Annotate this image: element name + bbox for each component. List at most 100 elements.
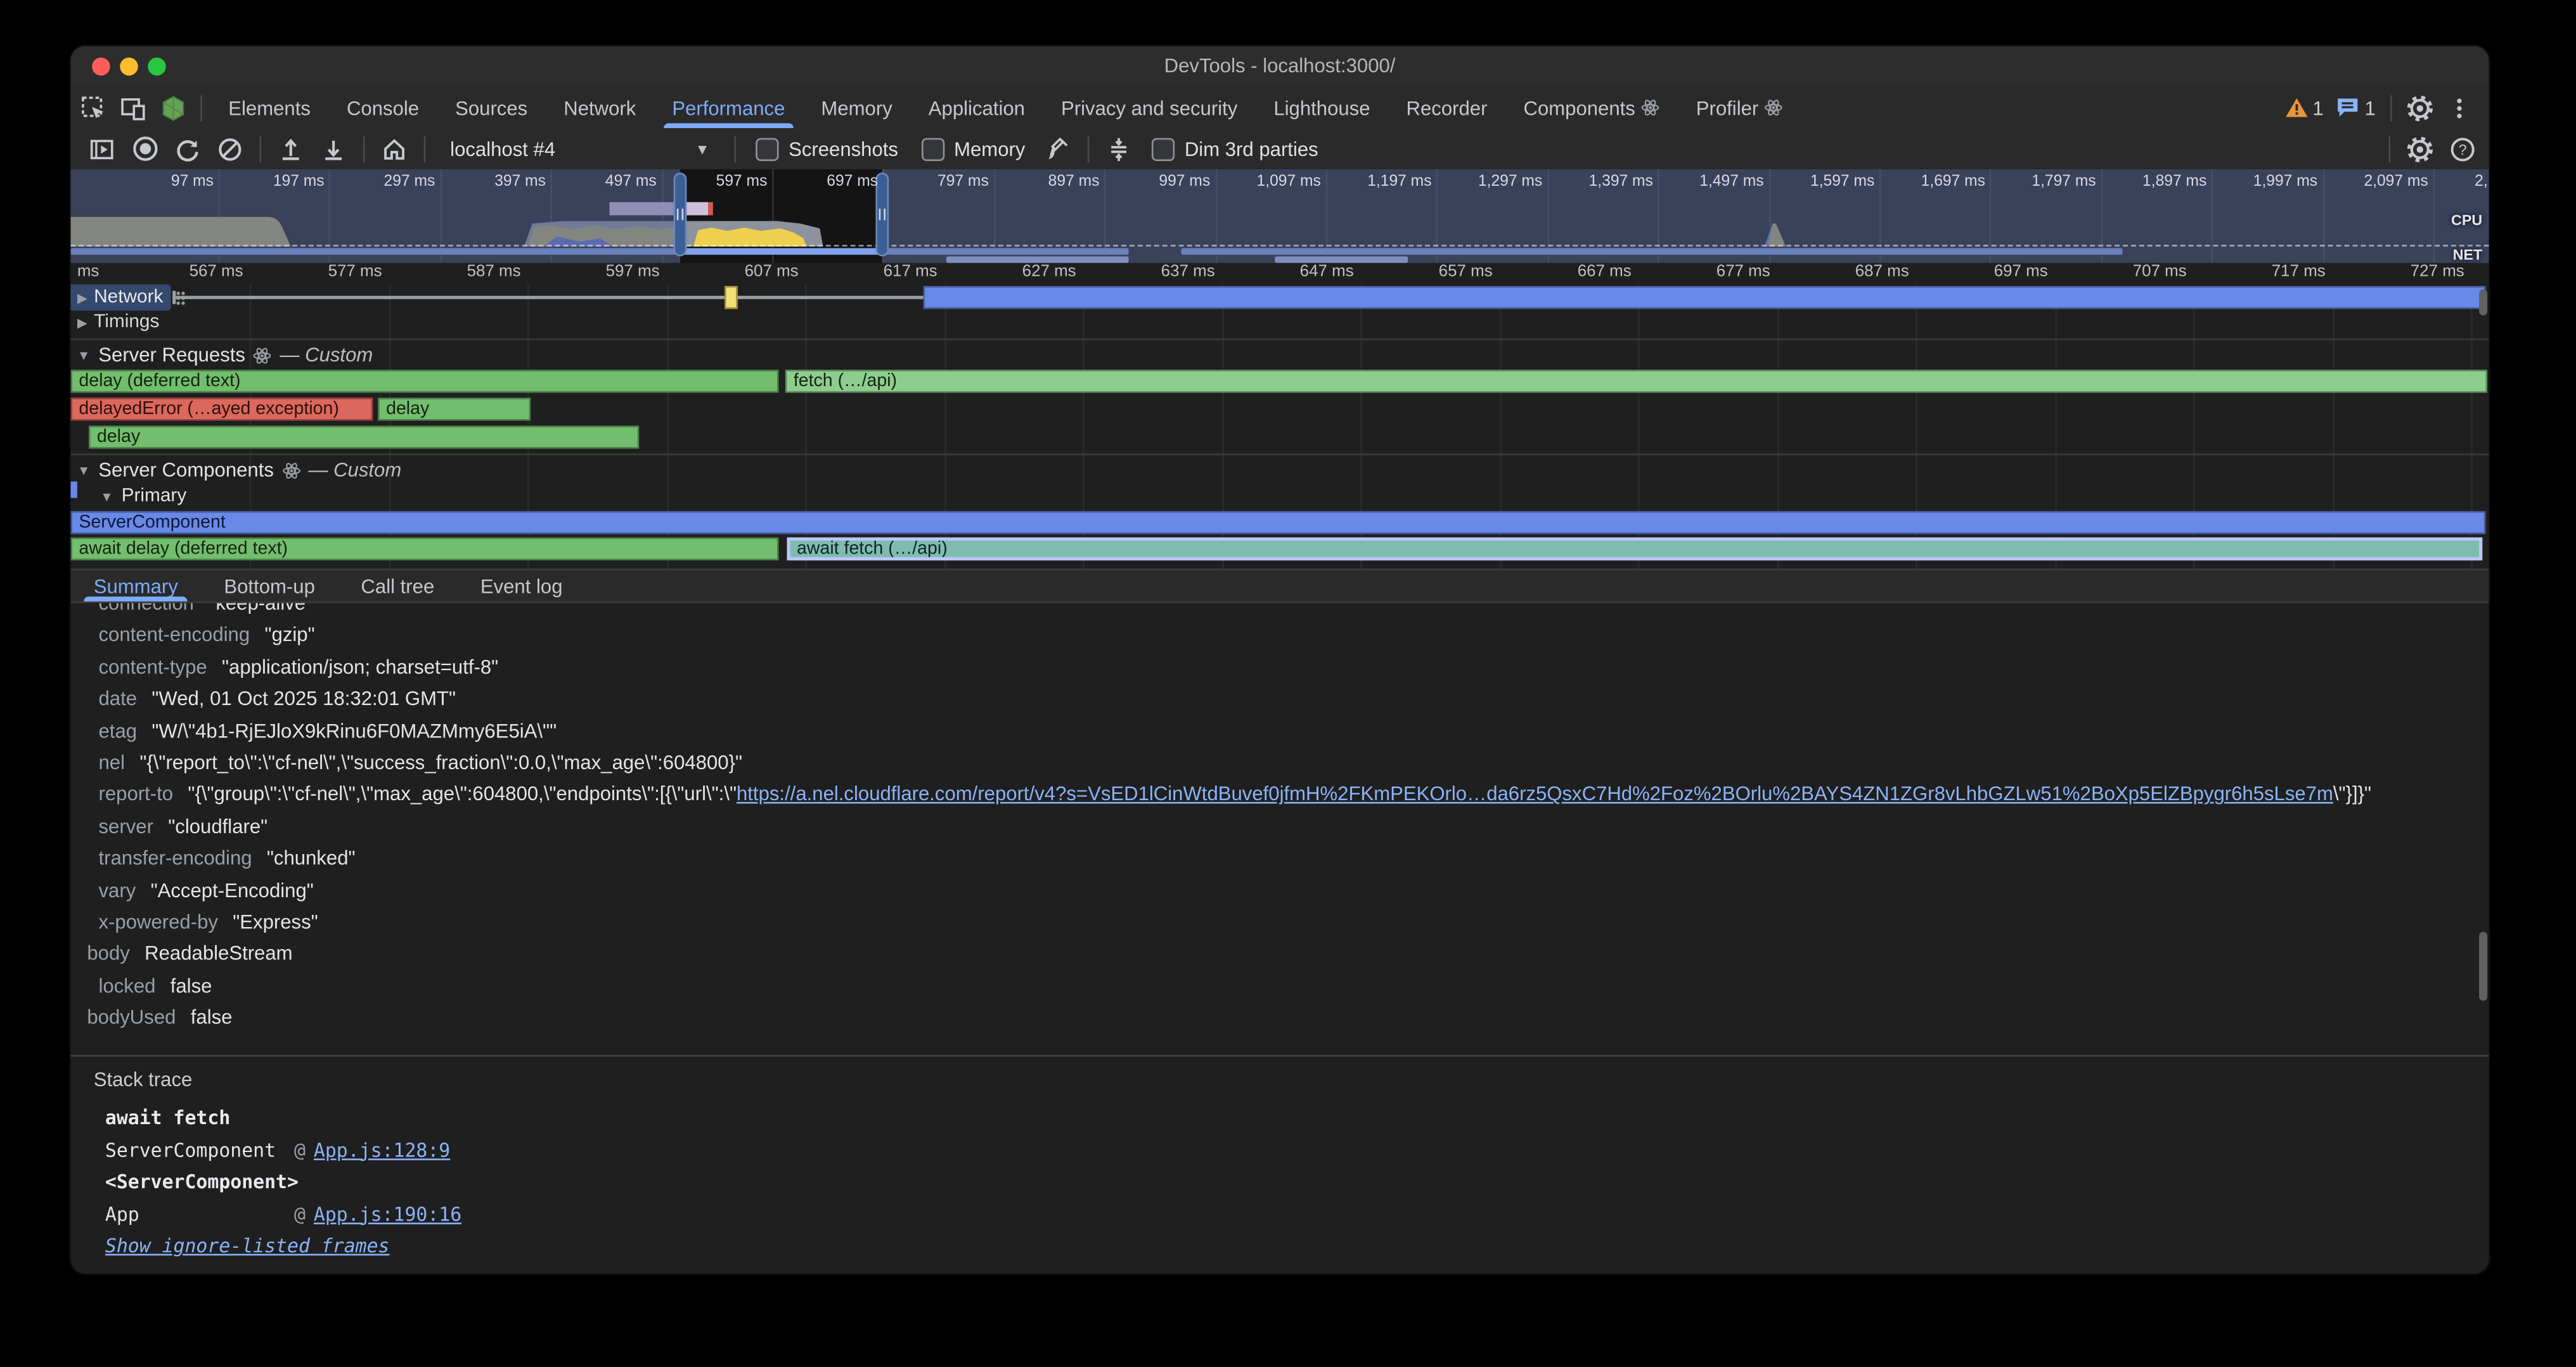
tabbar-right-cluster: 1 1: [2278, 93, 2489, 122]
kebab-menu-icon[interactable]: [2445, 93, 2475, 122]
overview-tick-label: 1,497 ms: [1665, 172, 1764, 192]
track-color-notch: [70, 481, 77, 498]
ruler-tick-label: 587 ms: [396, 263, 521, 282]
overview-tick-label: 1,097 ms: [1222, 172, 1321, 192]
collect-garbage-icon[interactable]: [1041, 133, 1074, 165]
tab-sources[interactable]: Sources: [437, 87, 546, 128]
inspect-element-icon[interactable]: [79, 93, 108, 122]
header-key: vary: [99, 878, 136, 901]
flame-chart-tracks[interactable]: ▶ Network ▶ Timings ▼ Server Requests — …: [70, 284, 2489, 568]
expand-triangle-icon[interactable]: ▶: [77, 290, 87, 304]
net-lane-label: NET: [2453, 247, 2483, 263]
network-track[interactable]: ▶ Network: [70, 284, 2489, 310]
request-whisker: [176, 296, 923, 299]
header-key: date: [99, 687, 138, 710]
tab-profiler[interactable]: Profiler: [1678, 87, 1801, 128]
ruler-tick-label: 707 ms: [2062, 263, 2187, 282]
show-ignore-listed-frames-link[interactable]: Show ignore-listed frames: [105, 1231, 390, 1263]
frame-function-name: ServerComponent: [105, 1135, 294, 1167]
summary-scrollbar-thumb[interactable]: [2479, 932, 2487, 1001]
checkbox[interactable]: [921, 137, 944, 160]
header-key: content-type: [99, 656, 207, 678]
event-bar-delay[interactable]: delay: [378, 398, 531, 420]
reload-record-button[interactable]: [171, 133, 204, 165]
expand-triangle-icon[interactable]: ▶: [77, 314, 87, 329]
ruler-tick-label: 687 ms: [1784, 263, 1909, 282]
tab-network[interactable]: Network: [546, 87, 654, 128]
tab-memory[interactable]: Memory: [803, 87, 910, 128]
overview-tick-label: 197 ms: [226, 172, 325, 192]
overview-tick-label: 97 ms: [115, 172, 214, 192]
toggle-panel-icon[interactable]: [86, 133, 119, 165]
summary-pane[interactable]: connection"keep-alive"content-encoding"g…: [70, 603, 2489, 1053]
request-queued-marker[interactable]: [724, 286, 738, 309]
warnings-badge[interactable]: 1: [2284, 96, 2323, 119]
timings-track[interactable]: ▶ Timings: [70, 311, 2489, 337]
network-request-bar[interactable]: [924, 286, 2486, 309]
tab-summary[interactable]: Summary: [70, 570, 201, 601]
tab-components[interactable]: Components: [1505, 87, 1678, 128]
event-bar-delayederror-ayed-exception[interactable]: delayedError (…ayed exception): [70, 398, 373, 420]
screenshots-checkbox[interactable]: Screenshots: [756, 137, 898, 160]
tab-elements[interactable]: Elements: [210, 87, 329, 128]
checkbox[interactable]: [1152, 137, 1175, 160]
event-bar-await-delay-deferred-text[interactable]: await delay (deferred text): [70, 538, 778, 560]
divider: [2390, 94, 2392, 120]
help-icon[interactable]: ?: [2446, 133, 2479, 165]
server-components-track-header[interactable]: ▼ Server Components — Custom: [77, 458, 401, 481]
checkbox[interactable]: [756, 137, 778, 160]
issues-badge[interactable]: 1: [2336, 96, 2375, 119]
network-track-header[interactable]: ▶ Network: [70, 284, 171, 310]
tab-label: Memory: [821, 96, 892, 119]
track-separator: [70, 453, 2489, 455]
primary-group-header[interactable]: ▼ Primary: [100, 486, 186, 506]
load-profile-icon[interactable]: [274, 133, 307, 165]
home-icon[interactable]: [378, 133, 411, 165]
selected-tab-underline: [84, 597, 188, 602]
event-bar-await-fetch-api[interactable]: await fetch (…/api): [787, 538, 2482, 560]
stack-frame: ServerComponent@App.js:128:9: [105, 1135, 2473, 1167]
tab-application[interactable]: Application: [910, 87, 1043, 128]
frame-source-link[interactable]: App.js:128:9: [314, 1135, 450, 1167]
server-requests-track-header[interactable]: ▼ Server Requests — Custom: [77, 344, 373, 366]
record-button[interactable]: [128, 133, 161, 165]
frame-source-link[interactable]: App.js:190:16: [314, 1199, 461, 1231]
history-select[interactable]: localhost #4 ▼: [441, 133, 720, 164]
tab-recorder[interactable]: Recorder: [1388, 87, 1505, 128]
tracks-scrollbar-thumb[interactable]: [2479, 289, 2487, 315]
divider: [363, 136, 365, 162]
collapse-triangle-icon[interactable]: ▼: [77, 463, 91, 477]
event-bar-fetch-api[interactable]: fetch (…/api): [785, 370, 2487, 392]
collapse-flamechart-icon[interactable]: [1102, 133, 1135, 165]
save-profile-icon[interactable]: [317, 133, 350, 165]
event-bar-delay-deferred-text[interactable]: delay (deferred text): [70, 370, 778, 392]
settings-gear-icon[interactable]: [2405, 93, 2435, 122]
tab-call-tree[interactable]: Call tree: [338, 570, 457, 601]
stack-frame: Show ignore-listed frames: [105, 1231, 2473, 1263]
event-bar-servercomponent[interactable]: ServerComponent: [70, 511, 2485, 534]
divider: [735, 136, 737, 162]
collapse-triangle-icon[interactable]: ▼: [100, 489, 113, 503]
report-url-link[interactable]: https://a.nel.cloudflare.com/report/v4?s…: [737, 783, 2333, 806]
tab-event-log[interactable]: Event log: [458, 570, 586, 601]
tab-performance[interactable]: Performance: [654, 87, 803, 128]
device-toolbar-icon[interactable]: [119, 93, 148, 122]
timeline-ruler[interactable]: ms 567 ms577 ms587 ms597 ms607 ms617 ms6…: [70, 263, 2489, 285]
tab-bottom-up[interactable]: Bottom-up: [201, 570, 338, 601]
capture-settings-gear-icon[interactable]: [2404, 133, 2437, 165]
tab-privacy-and-security[interactable]: Privacy and security: [1043, 87, 1255, 128]
collapse-triangle-icon[interactable]: ▼: [77, 347, 91, 362]
header-row-locked: lockedfalse: [70, 971, 2489, 1002]
overview-tick-label: 1,397 ms: [1554, 172, 1653, 192]
timeline-overview[interactable]: 97 ms197 ms297 ms397 ms497 ms597 ms697 m…: [70, 169, 2489, 263]
clear-button[interactable]: [214, 133, 247, 165]
event-bar-delay[interactable]: delay: [89, 425, 639, 448]
dim-3rd-parties-checkbox[interactable]: Dim 3rd parties: [1152, 137, 1318, 160]
memory-checkbox[interactable]: Memory: [921, 137, 1025, 160]
tab-console[interactable]: Console: [328, 87, 437, 128]
header-key: transfer-encoding: [99, 846, 252, 869]
tab-lighthouse[interactable]: Lighthouse: [1256, 87, 1388, 128]
chevron-down-icon: ▼: [695, 141, 710, 157]
tab-label: Bottom-up: [224, 574, 314, 597]
react-atom-icon: [1642, 99, 1660, 117]
